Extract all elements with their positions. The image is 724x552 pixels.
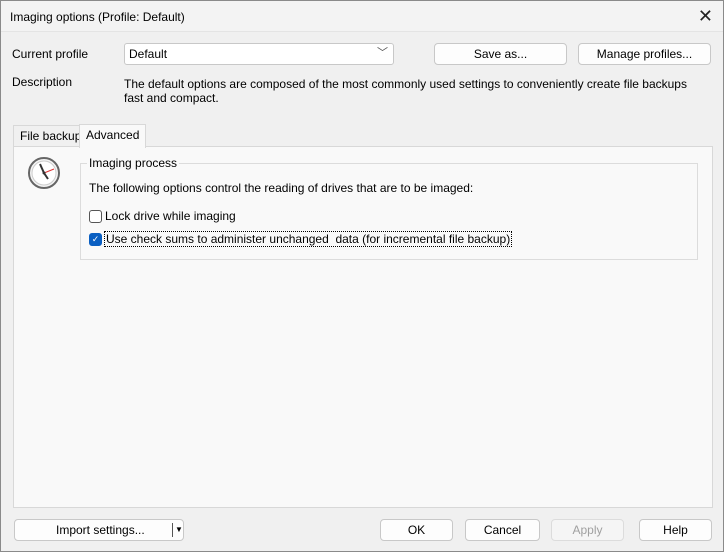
- help-button[interactable]: Help: [639, 519, 712, 541]
- apply-button: Apply: [551, 519, 624, 541]
- current-profile-label: Current profile: [12, 47, 89, 61]
- advanced-panel: Imaging process The following options co…: [13, 146, 713, 508]
- checksums-checkbox[interactable]: ✓: [89, 233, 102, 246]
- save-as-button[interactable]: Save as...: [434, 43, 567, 65]
- close-icon[interactable]: ✕: [698, 6, 713, 26]
- cancel-button[interactable]: Cancel: [465, 519, 540, 541]
- dropdown-arrow-icon[interactable]: ▼: [175, 520, 183, 540]
- profile-value: Default: [129, 47, 168, 61]
- checksums-label: Use check sums to administer unchanged d…: [104, 231, 513, 247]
- import-settings-label: Import settings...: [56, 523, 145, 537]
- ok-button[interactable]: OK: [380, 519, 453, 541]
- import-settings-split-button[interactable]: Import settings... ▼: [14, 519, 184, 541]
- chevron-down-icon: ﹀: [377, 47, 388, 59]
- tab-file-backup[interactable]: File backup: [13, 125, 89, 147]
- group-title: Imaging process: [87, 156, 180, 170]
- imaging-options-dialog: Imaging options (Profile: Default) ✕ Cur…: [0, 0, 724, 552]
- imaging-process-group: Imaging process The following options co…: [80, 156, 698, 260]
- description-text: The default options are composed of the …: [124, 77, 687, 105]
- profile-dropdown[interactable]: Default ﹀: [124, 43, 394, 65]
- title-bar: Imaging options (Profile: Default) ✕: [1, 1, 723, 32]
- clock-icon: [28, 157, 60, 189]
- description-label: Description: [12, 75, 73, 89]
- window-title: Imaging options (Profile: Default): [10, 10, 185, 24]
- tab-advanced[interactable]: Advanced: [79, 124, 147, 148]
- lock-drive-label: Lock drive while imaging: [105, 209, 236, 223]
- group-intro: The following options control the readin…: [89, 181, 474, 195]
- manage-profiles-button[interactable]: Manage profiles...: [578, 43, 711, 65]
- lock-drive-checkbox[interactable]: [89, 210, 102, 223]
